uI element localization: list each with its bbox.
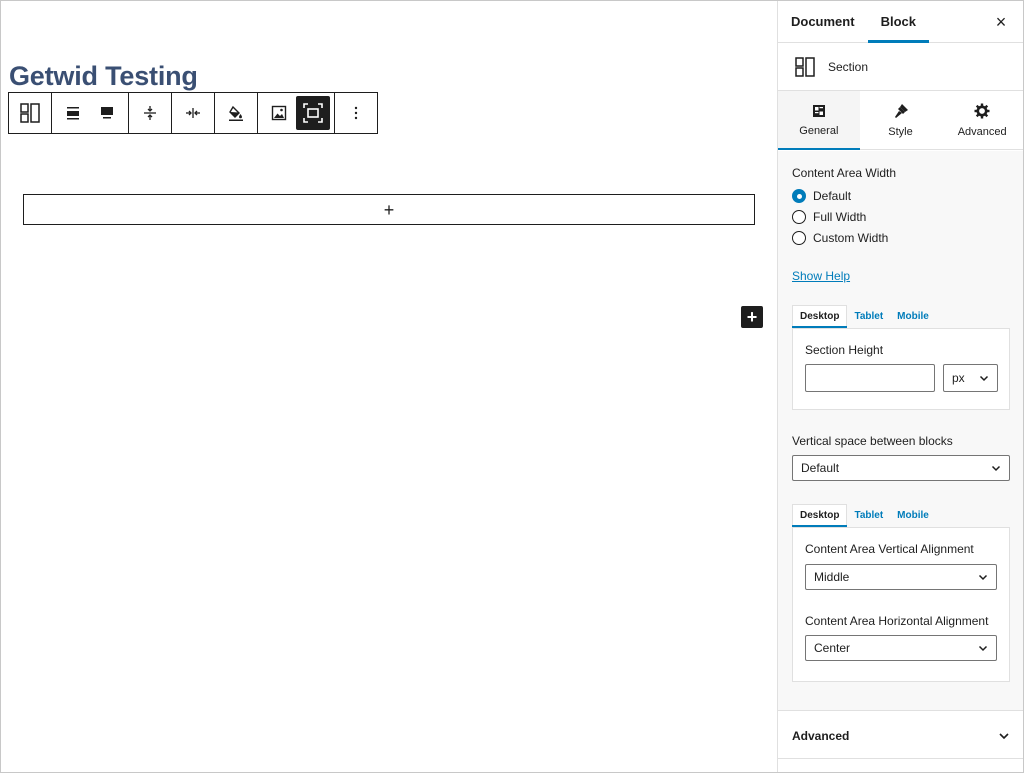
more-options-button[interactable] [339,96,373,130]
toolbar-group-color [215,93,258,133]
block-appender[interactable]: + [23,194,755,225]
fullscreen-icon [303,103,323,123]
tab-style[interactable]: Style [860,91,942,149]
settings-sidebar: Document Block × Section General Style A… [777,1,1023,772]
vertical-spacing-icon [144,106,156,120]
advanced-panel-toggle[interactable]: Advanced [778,713,1023,759]
vertical-alignment-label: Content Area Vertical Alignment [805,542,974,556]
block-toolbar [8,92,378,134]
radio-label: Default [813,189,852,203]
horizontal-alignment-label: Content Area Horizontal Alignment [805,614,989,628]
chevron-down-icon [999,732,1009,739]
tab-general[interactable]: General [778,91,860,150]
tab-mobile[interactable]: Mobile [890,305,936,327]
tab-desktop[interactable]: Desktop [792,305,848,328]
tab-desktop[interactable]: Desktop [792,504,848,527]
radio-button[interactable] [792,231,806,245]
toolbar-group-vertical-spacing [129,93,172,133]
alignment-box: Content Area Vertical Alignment Middle C… [792,527,1010,682]
advanced-panel-label: Advanced [792,728,850,743]
vertical-spacing-button[interactable] [133,96,167,130]
section-icon [20,103,40,123]
tab-document[interactable]: Document [778,1,868,42]
chevron-down-icon [978,574,988,581]
tab-advanced[interactable]: Advanced [941,91,1023,149]
section-height-label: Section Height [805,343,884,357]
close-icon: × [995,12,1007,32]
block-card-title: Section [828,59,869,74]
vertical-ellipsis-icon [354,106,358,120]
unit-value: px [952,371,965,385]
chevron-down-icon [978,645,988,652]
vertical-alignment-select[interactable]: Middle [805,564,997,590]
section-height-box: Section Height px [792,328,1010,410]
paint-bucket-icon [229,105,243,121]
horizontal-alignment-value: Center [814,641,851,655]
vertical-alignment-value: Middle [814,570,850,584]
plus-icon: + [383,199,395,220]
tab-general-label: General [799,124,839,137]
tab-tablet[interactable]: Tablet [847,504,890,526]
align-wide-button[interactable] [90,96,124,130]
background-color-button[interactable] [219,96,253,130]
tab-advanced-label: Advanced [957,125,1007,138]
general-settings-icon [812,104,825,117]
section-height-unit-select[interactable]: px [943,364,998,392]
radio-button[interactable] [792,210,806,224]
horizontal-spacing-button[interactable] [176,96,210,130]
section-height-device-tabs: Desktop Tablet Mobile [792,305,936,328]
section-icon [795,56,815,77]
show-help-link[interactable]: Show Help [792,269,850,283]
tab-mobile[interactable]: Mobile [890,504,936,526]
block-card: Section [778,43,1023,91]
general-panel: Content Area Width Default Full Width Cu… [778,151,1023,711]
tab-block[interactable]: Block [867,1,930,43]
section-block-type-button[interactable] [13,96,47,130]
align-center-icon [67,107,79,120]
image-icon [271,105,287,121]
toolbar-group-more [335,93,377,133]
vertical-space-label: Vertical space between blocks [792,434,953,448]
gear-icon [974,103,990,118]
horizontal-spacing-icon [186,108,200,118]
toolbar-group-alignment [52,93,129,133]
vertical-space-value: Default [801,461,840,475]
content-area-width-label: Content Area Width [792,166,897,180]
tab-style-label: Style [888,125,913,138]
vertical-space-select[interactable]: Default [792,455,1010,481]
tab-tablet[interactable]: Tablet [847,305,890,327]
alignment-device-tabs: Desktop Tablet Mobile [792,504,936,527]
section-height-input[interactable] [805,364,935,392]
editor-canvas: Getwid Testing + + [1,1,777,772]
radio-label: Custom Width [813,231,889,245]
brush-icon [894,103,908,118]
radio-label: Full Width [813,210,867,224]
radio-option-full-width[interactable]: Full Width [792,210,866,224]
background-image-button[interactable] [262,96,296,130]
align-top-button[interactable] [56,96,90,130]
close-sidebar-button[interactable]: × [991,12,1011,32]
toolbar-group-horizontal-spacing [172,93,215,133]
fullscreen-width-button[interactable] [296,96,330,130]
plus-icon: + [746,307,758,327]
page-title[interactable]: Getwid Testing [9,61,198,92]
toolbar-group-block-type [9,93,52,133]
radio-button[interactable] [792,189,806,203]
toolbar-group-media [258,93,335,133]
horizontal-alignment-select[interactable]: Center [805,635,997,661]
align-wide-icon [101,107,113,119]
chevron-down-icon [979,375,989,382]
block-settings-tabs: General Style Advanced [778,91,1023,150]
chevron-down-icon [991,465,1001,472]
block-inserter-button[interactable]: + [741,306,763,328]
radio-option-custom-width[interactable]: Custom Width [792,231,888,245]
sidebar-tabs: Document Block × [778,1,1023,43]
radio-option-default[interactable]: Default [792,189,851,203]
